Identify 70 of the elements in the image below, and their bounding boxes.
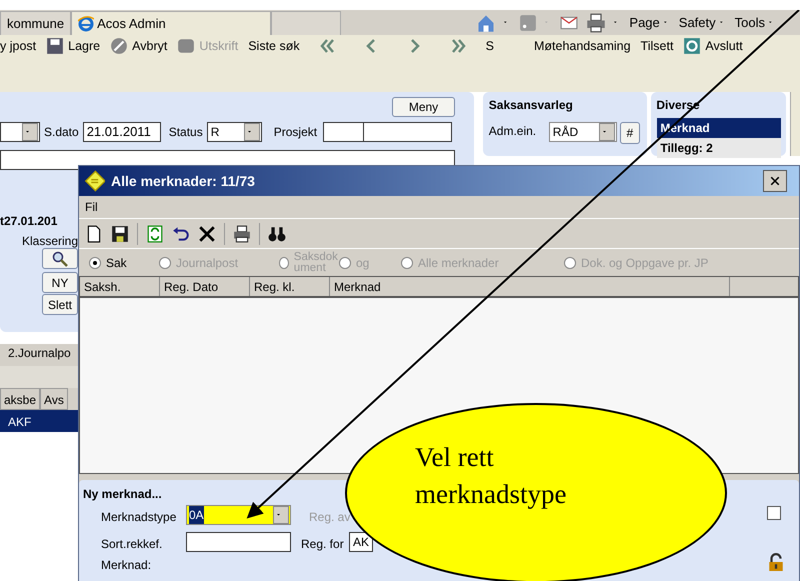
field-label: Merknadstype — [101, 509, 176, 526]
project-field[interactable] — [323, 122, 452, 142]
feed-icon[interactable] — [519, 14, 538, 32]
toolbar-button[interactable]: Siste søk — [248, 36, 300, 56]
browser-logo-icon — [78, 16, 94, 32]
toolbar-button[interactable]: Avslutt — [683, 36, 743, 56]
toolbar-button[interactable]: Tilsett — [640, 36, 674, 56]
notes-icon — [83, 170, 105, 192]
scrollbar[interactable] — [790, 92, 800, 156]
menu-button[interactable]: Meny — [392, 97, 455, 117]
refresh-icon[interactable] — [146, 224, 164, 242]
field-label: Sort.rekkef. — [101, 536, 162, 553]
save-icon[interactable] — [111, 224, 129, 242]
tab[interactable]: 2.Journalpo — [0, 344, 78, 366]
field-label: Reg. av — [309, 509, 350, 526]
checkbox[interactable] — [767, 506, 781, 520]
menu-item[interactable]: Fil — [85, 198, 98, 216]
status-dropdown[interactable]: R — [206, 122, 262, 142]
close-icon — [770, 174, 780, 188]
search-icon — [52, 251, 68, 268]
list-item[interactable]: Merknad — [657, 118, 782, 138]
list-item[interactable]: Tillegg: 2 — [657, 138, 782, 158]
section-title: Ny merknad... — [83, 486, 162, 503]
save-icon — [46, 37, 64, 55]
toolbar-button[interactable]: Avbryt — [110, 36, 168, 56]
callout-text: Vel rett merknadstype — [415, 441, 568, 511]
field-label: Adm.ein. — [488, 123, 536, 140]
field-label: S.dato — [44, 124, 79, 141]
field-label: Reg. for — [301, 536, 344, 553]
panel-title: Saksansvarleg — [488, 97, 573, 114]
cancel-icon — [110, 37, 128, 55]
toolbar-button[interactable]: Møtehandsaming — [534, 36, 631, 56]
date-text: t27.01.201 — [0, 213, 58, 230]
toolbar-button[interactable]: y jpost — [0, 36, 36, 56]
table-row[interactable]: AKF — [0, 410, 78, 432]
date-field[interactable]: 21.01.2011 — [82, 122, 161, 142]
menu-button[interactable]: Tools — [734, 12, 776, 32]
first-icon[interactable] — [318, 38, 336, 54]
column-header[interactable]: aksbe — [0, 388, 40, 410]
browser-tab[interactable]: Acos Admin — [71, 11, 272, 35]
action-button[interactable]: NY — [42, 272, 78, 293]
field-label: Merknad: — [101, 557, 152, 574]
menu-button[interactable]: Page — [629, 12, 671, 32]
delete-icon[interactable] — [198, 224, 216, 242]
field-label: Status — [168, 124, 203, 141]
browser-tab[interactable]: kommune — [0, 11, 72, 35]
link-text[interactable]: Klassering — [22, 232, 78, 250]
action-button[interactable]: Slett — [42, 294, 78, 315]
padlock-icon — [767, 552, 785, 572]
radio-option[interactable]: Sak — [89, 254, 159, 272]
binoculars-icon[interactable] — [268, 224, 286, 242]
toolbar-button[interactable]: Lagre — [46, 36, 100, 56]
reg-for-field[interactable]: AK — [349, 532, 373, 552]
unit-dropdown[interactable]: RÅD — [548, 122, 617, 142]
field-label: Prosjekt — [274, 124, 318, 141]
toolbar-button[interactable]: S — [486, 36, 494, 56]
menu-button[interactable]: Safety — [678, 12, 727, 32]
hash-button[interactable]: # — [620, 122, 640, 144]
type-dropdown[interactable]: 0A — [186, 505, 291, 525]
dropdown[interactable] — [0, 122, 40, 142]
new-document-icon[interactable] — [85, 224, 103, 242]
dialog-title: Alle merknader: 11/73 — [111, 172, 255, 190]
search-button[interactable] — [42, 248, 78, 269]
exit-icon — [683, 37, 702, 55]
column-header[interactable]: Avs — [40, 388, 68, 410]
sort-field[interactable] — [186, 532, 291, 552]
home-icon[interactable] — [476, 12, 496, 32]
last-icon[interactable] — [450, 38, 468, 54]
close-button[interactable] — [763, 170, 787, 192]
undo-icon[interactable] — [172, 224, 190, 242]
